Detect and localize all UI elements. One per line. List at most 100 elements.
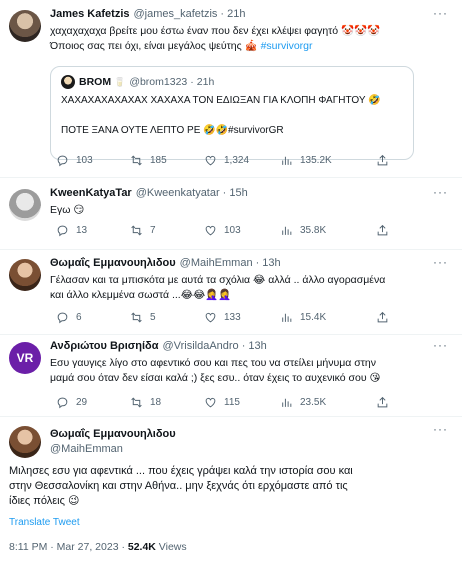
retweet-button[interactable]: 5 <box>130 311 156 324</box>
tweet-time[interactable]: 15h <box>229 187 247 199</box>
author-name[interactable]: KweenKatyaTar <box>50 187 132 199</box>
like-button[interactable]: 115 <box>204 396 240 409</box>
avatar[interactable] <box>9 10 41 42</box>
tweet-meta: 8:11 PM · Mar 27, 2023 · 52.4K Views <box>9 541 187 553</box>
views-count: 15.4K <box>300 312 327 323</box>
quoted-author-handle: @brom1323 <box>129 76 188 88</box>
author-handle[interactable]: @james_kafetzis <box>134 8 218 20</box>
separator: · <box>220 8 225 20</box>
tweet-text-line: Μιλησες εσυ για αφεντικά ... που έχεις γ… <box>9 465 353 477</box>
like-button[interactable]: 133 <box>204 311 241 324</box>
author-name[interactable]: Θωμαΐς Εμμανουηλιδου <box>50 428 176 440</box>
hashtag-link[interactable]: #survivorgr <box>261 40 313 52</box>
tweet-time[interactable]: 21h <box>227 8 245 20</box>
retweet-icon <box>131 155 142 166</box>
milk-glass-icon: 🥛 <box>114 76 126 87</box>
retweet-button[interactable]: 7 <box>130 224 156 237</box>
views-button[interactable]: 35.8K <box>280 224 326 237</box>
analytics-icon <box>282 226 292 235</box>
tweet[interactable]: VR Ανδριώτου Βρισηίδα @VrisildaAndro · 1… <box>0 338 462 416</box>
avatar[interactable] <box>9 189 41 221</box>
reply-count: 6 <box>76 312 82 323</box>
reply-button[interactable]: 6 <box>56 311 82 324</box>
heart-icon <box>205 225 216 236</box>
tweet-time[interactable]: 13h <box>262 257 280 269</box>
avatar[interactable] <box>9 259 41 291</box>
tweet-header: KweenKatyaTar @Kweenkatyatar · 15h <box>50 187 248 199</box>
avatar[interactable]: VR <box>9 342 41 374</box>
tweet-text-line: Όποιος σας πει όχι, είναι μεγάλος ψεύτης… <box>50 39 450 54</box>
separator: · <box>222 187 227 199</box>
tweet-text-line: Γέλασαν και τα μπισκότα με αυτά τα σχόλι… <box>50 274 386 286</box>
reply-icon <box>57 397 68 409</box>
heart-icon <box>205 155 216 166</box>
author-handle[interactable]: @MaihEmman <box>180 257 253 269</box>
retweet-count: 18 <box>150 397 162 408</box>
tweet-text-line: χαχαχαχαχα βρείτε μου έστω έναν που δεν … <box>50 25 381 37</box>
tweet-text: Εγω 😏 <box>50 204 85 216</box>
heart-icon <box>205 397 216 408</box>
retweet-count: 7 <box>150 225 156 236</box>
more-options-icon[interactable]: ··· <box>433 6 448 20</box>
quoted-tweet-text-line: ΠΟΤΕ ΞΑΝΑ ΟΥΤΕ ΛΕΠΤΟ ΡΕ 🤣🤣#survivorGR <box>61 125 284 136</box>
separator: · <box>255 257 260 269</box>
reply-button[interactable]: 13 <box>56 224 87 237</box>
views-button[interactable]: 23.5K <box>280 396 326 409</box>
tweet-timestamp[interactable]: 8:11 PM · Mar 27, 2023 · <box>9 541 128 553</box>
reply-button[interactable]: 29 <box>56 396 87 409</box>
more-options-icon[interactable]: ··· <box>433 338 448 352</box>
views-label: Views <box>155 541 187 553</box>
quoted-author-name: BROM <box>79 76 112 88</box>
divider <box>0 334 462 335</box>
quoted-avatar <box>61 75 75 89</box>
tweet-text-line: και άλλο κλεμμένα σωστά ...😂😂🤦‍♀️🤦‍♀️ <box>50 289 232 301</box>
more-options-icon[interactable]: ··· <box>433 422 448 436</box>
reply-count: 29 <box>76 397 88 408</box>
author-name[interactable]: Θωμαΐς Εμμανουηλιδου <box>50 257 176 269</box>
quoted-tweet-time: 21h <box>196 76 215 88</box>
share-button[interactable] <box>376 396 396 409</box>
reply-button[interactable]: 103 <box>56 154 93 167</box>
author-handle[interactable]: @Kweenkatyatar <box>136 187 220 199</box>
views-button[interactable]: 15.4K <box>280 311 326 324</box>
share-icon <box>377 396 388 408</box>
share-button[interactable] <box>376 311 396 324</box>
more-options-icon[interactable]: ··· <box>433 255 448 269</box>
like-count: 115 <box>224 397 240 408</box>
author-name[interactable]: James Kafetzis <box>50 8 130 20</box>
like-button[interactable]: 103 <box>204 224 241 237</box>
tweet-header: James Kafetzis @james_kafetzis · 21h <box>50 8 245 20</box>
author-name[interactable]: Ανδριώτου Βρισηίδα <box>50 340 159 352</box>
author-handle[interactable]: @VrisildaAndro <box>163 340 239 352</box>
views-button[interactable]: 135.2K <box>280 154 332 167</box>
tweet-actions: 29 18 115 23.5K <box>48 396 448 412</box>
views-count: 135.2K <box>300 155 332 166</box>
views-count: 23.5K <box>300 397 327 408</box>
more-options-icon[interactable]: ··· <box>433 185 448 199</box>
share-icon <box>377 311 388 323</box>
tweet[interactable]: Θωμαΐς Εμμανουηλιδου @MaihEmman · 13h ··… <box>0 255 462 331</box>
like-button[interactable]: 1,324 <box>204 154 249 167</box>
avatar[interactable] <box>9 426 41 458</box>
retweet-button[interactable]: 185 <box>130 154 167 167</box>
analytics-icon <box>282 313 292 322</box>
quoted-tweet[interactable]: BROM 🥛 @brom1323 · 21h ΧΑΧΑΧΑΧΑΧΑΧΑΧ ΧΑΧ… <box>50 66 414 160</box>
retweet-icon <box>131 312 142 323</box>
share-button[interactable] <box>376 224 396 237</box>
author-handle[interactable]: @MaihEmman <box>50 443 123 455</box>
tweet-actions: 6 5 133 15.4K <box>48 311 448 327</box>
avatar-initials: VR <box>16 351 34 365</box>
reply-icon <box>57 155 68 167</box>
retweet-button[interactable]: 18 <box>130 396 161 409</box>
translate-tweet-link[interactable]: Translate Tweet <box>9 517 80 528</box>
reply-icon <box>57 225 68 237</box>
tweet[interactable]: James Kafetzis @james_kafetzis · 21h ···… <box>0 6 462 176</box>
tweet[interactable]: KweenKatyaTar @Kweenkatyatar · 15h ··· Ε… <box>0 185 462 247</box>
share-button[interactable] <box>376 154 396 167</box>
separator: · <box>241 340 246 352</box>
heart-icon <box>205 312 216 323</box>
tweet-text-segment: Όποιος σας πει όχι, είναι μεγάλος ψεύτης… <box>50 40 261 52</box>
tweet-text: Μιλησες εσυ για αφεντικά ... που έχεις γ… <box>9 464 454 509</box>
views-count: 52.4K <box>127 541 156 553</box>
tweet-time[interactable]: 13h <box>248 340 266 352</box>
